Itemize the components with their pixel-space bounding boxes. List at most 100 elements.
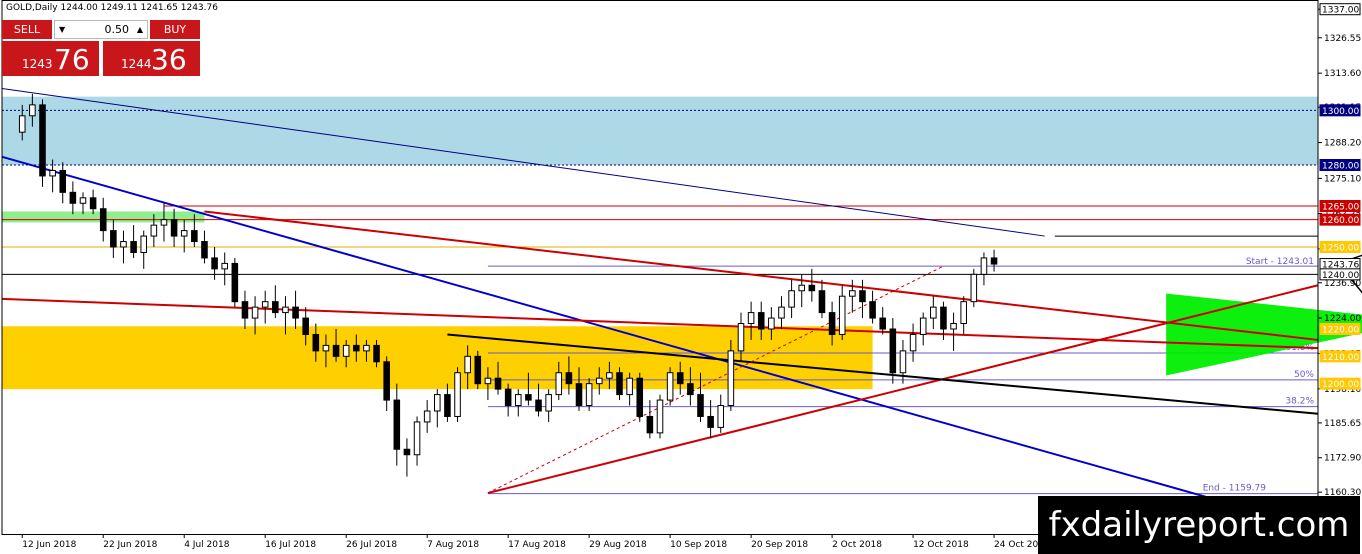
one-click-trade-panel: SELL ▼ 0.50 ▲ BUY 1243 76 1244 36 [2, 20, 200, 77]
ohlc-values: 1244.00 1249.11 1241.65 1243.76 [60, 3, 218, 13]
buy-button[interactable]: BUY [150, 20, 200, 39]
sell-price-big: 76 [54, 43, 90, 76]
candle-body-17 [191, 230, 198, 243]
candle-body-74 [768, 317, 775, 330]
y-tick-label-5: 1275.10 [1324, 174, 1361, 184]
candle-body-62 [646, 415, 654, 434]
candle-body-82 [849, 290, 856, 297]
candle-body-4 [59, 169, 67, 193]
candle-body-33 [353, 344, 360, 352]
y-tick-label-4: 1288.20 [1324, 139, 1361, 149]
candle-body-50 [525, 394, 532, 401]
lot-increase-icon[interactable]: ▲ [137, 21, 143, 38]
fib-end-label: End - 1159.79 [1203, 484, 1267, 494]
candle-body-40 [423, 410, 431, 423]
y-tick-label-13: 1172.90 [1324, 454, 1361, 464]
candle-body-91 [940, 306, 947, 330]
candle-body-60 [626, 377, 633, 396]
candle-body-8 [99, 208, 107, 232]
candle-body-28 [302, 317, 309, 335]
candle-body-53 [555, 372, 563, 396]
candle-body-90 [930, 306, 937, 319]
candle-body-38 [403, 448, 411, 456]
candle-body-10 [120, 241, 127, 248]
fib-label-2: 50% [1294, 370, 1314, 380]
candle-body-3 [49, 169, 56, 177]
candle-body-89 [919, 317, 927, 335]
y-tick-label-1: 1326.55 [1324, 34, 1361, 44]
candle-body-58 [606, 372, 613, 379]
candle-body-22 [241, 301, 249, 319]
price-label-2: 1280.00 [1322, 162, 1359, 172]
candle-body-30 [322, 344, 330, 352]
candle-body-56 [585, 383, 593, 407]
lot-decrease-icon[interactable]: ▼ [59, 21, 65, 38]
candle-body-21 [231, 262, 239, 303]
candle-body-83 [859, 290, 866, 303]
candle-body-48 [504, 388, 512, 407]
candle-body-59 [616, 372, 623, 396]
candle-body-66 [687, 383, 694, 396]
candle-body-6 [79, 197, 87, 204]
candle-body-1 [29, 104, 36, 117]
candle-body-41 [434, 394, 441, 412]
candle-body-84 [869, 301, 876, 319]
x-tick-label-9: 20 Sep 2018 [751, 540, 808, 550]
candle-body-94 [970, 273, 978, 303]
candle-body-12 [140, 235, 148, 253]
watermark: fxdailyreport.com [1038, 496, 1360, 554]
candle-body-93 [960, 301, 967, 325]
price-label-7: 1240.00 [1322, 271, 1359, 281]
price-label-3: 1265.00 [1322, 203, 1359, 213]
candle-body-77 [798, 284, 806, 292]
price-chart: 61.8%50%38.2%Start - 1243.01End - 1159.7… [1, 0, 1362, 550]
candle-body-71 [737, 323, 745, 352]
candle-body-76 [788, 290, 795, 308]
candle-body-26 [282, 306, 289, 314]
x-tick-label-3: 16 Jul 2018 [265, 540, 316, 550]
y-tick-label-9: 1224.00 [1324, 314, 1361, 324]
x-tick-label-7: 29 Aug 2018 [589, 540, 647, 550]
candle-body-11 [130, 241, 137, 253]
buy-price[interactable]: 1244 36 [103, 41, 200, 76]
candle-body-16 [180, 230, 188, 237]
x-tick-label-1: 22 Jun 2018 [103, 540, 157, 550]
chart-header: GOLD,Daily 1244.00 1249.11 1241.65 1243.… [6, 3, 218, 13]
candle-body-92 [950, 323, 957, 330]
candle-body-36 [383, 361, 390, 401]
y-tick-label-2: 1313.60 [1324, 69, 1361, 79]
candle-body-63 [656, 399, 664, 434]
candle-body-0 [18, 115, 26, 133]
plot-frame [1, 0, 1319, 535]
candle-body-57 [595, 377, 603, 385]
candle-body-79 [818, 290, 826, 314]
candle-body-42 [444, 394, 451, 417]
lot-size-value: 0.50 [104, 23, 130, 36]
candle-body-86 [889, 328, 897, 374]
candle-body-18 [201, 241, 208, 259]
lot-size-field[interactable]: ▼ 0.50 ▲ [54, 20, 148, 39]
price-label-8: 1220.00 [1322, 326, 1359, 336]
price-label-1: 1300.00 [1322, 107, 1359, 117]
candle-body-49 [514, 394, 522, 407]
candle-body-45 [474, 355, 482, 385]
zone-0 [2, 96, 1318, 165]
price-label-10: 1200.00 [1322, 380, 1359, 390]
candle-body-67 [697, 394, 704, 417]
fib-label-3: 38.2% [1285, 397, 1314, 407]
x-tick-label-11: 12 Oct 2018 [913, 540, 969, 550]
candle-body-13 [150, 224, 158, 237]
candle-body-9 [110, 230, 117, 248]
candle-body-43 [454, 372, 461, 417]
candle-body-54 [565, 372, 573, 385]
candle-body-37 [393, 399, 401, 450]
price-label-0: 1337.00 [1322, 6, 1359, 16]
symbol-label: GOLD,Daily [6, 3, 58, 13]
sell-button[interactable]: SELL [2, 20, 52, 39]
candle-body-78 [808, 284, 816, 292]
sell-price[interactable]: 1243 76 [2, 41, 99, 76]
candle-body-69 [717, 405, 725, 428]
candle-body-81 [838, 295, 846, 335]
candle-body-24 [261, 301, 269, 308]
candle-body-61 [636, 377, 644, 417]
